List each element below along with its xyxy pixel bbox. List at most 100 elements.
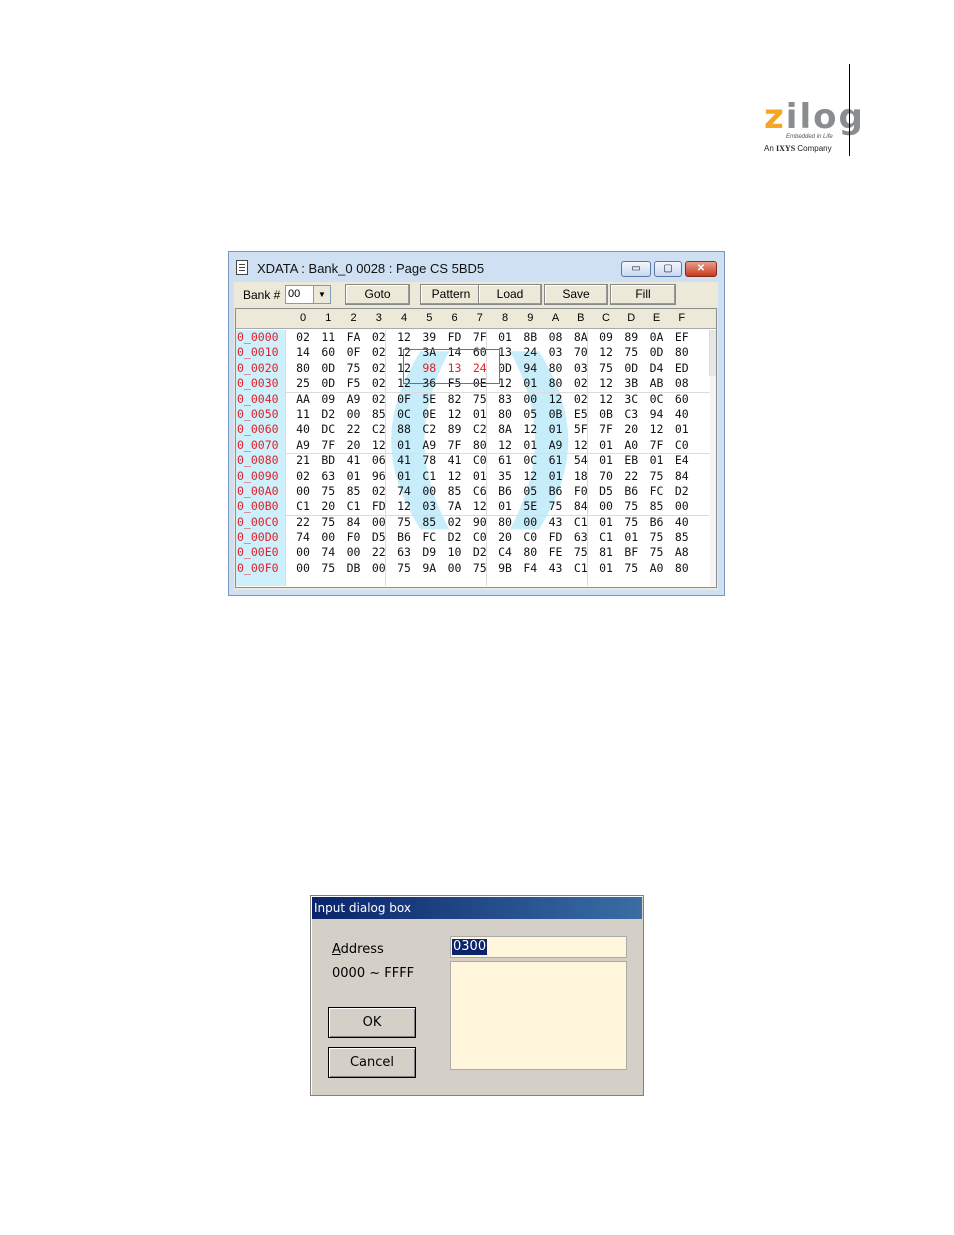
byte-cell[interactable]: 75 bbox=[619, 345, 643, 360]
byte-cell[interactable]: 0D bbox=[316, 361, 340, 376]
byte-cell[interactable]: 01 bbox=[619, 530, 643, 545]
byte-cell[interactable]: 12 bbox=[645, 422, 669, 437]
byte-cell[interactable]: 00 bbox=[417, 484, 441, 499]
byte-cell[interactable]: 00 bbox=[291, 545, 315, 560]
byte-cell[interactable]: 43 bbox=[544, 561, 568, 576]
window-titlebar[interactable]: XDATA : Bank_0 0028 : Page CS 5BD5 ▭ ▢ ✕ bbox=[229, 252, 724, 282]
byte-cell[interactable]: 02 bbox=[291, 330, 315, 345]
byte-cell[interactable]: 12 bbox=[518, 469, 542, 484]
byte-cell[interactable]: D9 bbox=[417, 545, 441, 560]
byte-cell[interactable]: 0D bbox=[316, 376, 340, 391]
byte-cell[interactable]: C4 bbox=[493, 545, 517, 560]
byte-cell[interactable]: 0D bbox=[645, 345, 669, 360]
byte-cell[interactable]: 75 bbox=[544, 499, 568, 514]
byte-cell[interactable]: F4 bbox=[518, 561, 542, 576]
byte-cell[interactable]: 89 bbox=[443, 422, 467, 437]
byte-cell[interactable]: B6 bbox=[392, 530, 416, 545]
byte-cell[interactable]: 60 bbox=[670, 392, 694, 407]
byte-cell[interactable]: 12 bbox=[468, 499, 492, 514]
byte-cell[interactable]: C6 bbox=[468, 484, 492, 499]
byte-cell[interactable]: 54 bbox=[569, 453, 593, 468]
byte-cell[interactable]: 01 bbox=[392, 438, 416, 453]
byte-cell[interactable]: 22 bbox=[342, 422, 366, 437]
byte-cell[interactable]: D2 bbox=[670, 484, 694, 499]
byte-cell[interactable]: 75 bbox=[569, 545, 593, 560]
byte-cell[interactable]: 01 bbox=[594, 438, 618, 453]
byte-cell[interactable]: C0 bbox=[468, 453, 492, 468]
byte-cell[interactable]: 00 bbox=[443, 561, 467, 576]
byte-cell[interactable]: 74 bbox=[392, 484, 416, 499]
byte-cell[interactable]: 01 bbox=[493, 499, 517, 514]
byte-cell[interactable]: 75 bbox=[619, 499, 643, 514]
byte-cell[interactable]: D2 bbox=[316, 407, 340, 422]
byte-cell[interactable]: 12 bbox=[569, 438, 593, 453]
byte-cell[interactable]: 94 bbox=[645, 407, 669, 422]
byte-cell[interactable]: 8A bbox=[569, 330, 593, 345]
byte-cell[interactable]: C2 bbox=[367, 422, 391, 437]
byte-cell[interactable]: 85 bbox=[417, 515, 441, 530]
byte-cell[interactable]: EB bbox=[619, 453, 643, 468]
byte-cell[interactable]: AA bbox=[291, 392, 315, 407]
byte-cell[interactable]: 8B bbox=[518, 330, 542, 345]
byte-cell[interactable]: B6 bbox=[544, 484, 568, 499]
byte-cell[interactable]: 00 bbox=[594, 499, 618, 514]
byte-cell[interactable]: C0 bbox=[468, 530, 492, 545]
byte-cell[interactable]: FD bbox=[367, 499, 391, 514]
byte-cell[interactable]: 41 bbox=[443, 453, 467, 468]
byte-cell[interactable]: 03 bbox=[544, 345, 568, 360]
byte-cell[interactable]: AB bbox=[645, 376, 669, 391]
byte-cell[interactable]: 85 bbox=[443, 484, 467, 499]
byte-cell[interactable]: 75 bbox=[316, 484, 340, 499]
byte-cell[interactable]: 84 bbox=[670, 469, 694, 484]
byte-cell[interactable]: 75 bbox=[468, 392, 492, 407]
byte-cell[interactable]: 75 bbox=[316, 561, 340, 576]
byte-cell[interactable]: 06 bbox=[367, 453, 391, 468]
byte-cell[interactable]: 00 bbox=[518, 392, 542, 407]
byte-cell[interactable]: 63 bbox=[316, 469, 340, 484]
byte-cell[interactable]: 24 bbox=[518, 345, 542, 360]
byte-cell[interactable]: 80 bbox=[468, 438, 492, 453]
byte-cell[interactable]: 08 bbox=[670, 376, 694, 391]
byte-cell[interactable]: 88 bbox=[392, 422, 416, 437]
byte-cell[interactable]: 85 bbox=[342, 484, 366, 499]
byte-cell[interactable]: 75 bbox=[392, 561, 416, 576]
memory-grid[interactable]: 0123456789ABCDEF ( ) 0_0000 02 11 FA 02 12 39 F… bbox=[235, 308, 717, 588]
cancel-button[interactable]: Cancel bbox=[328, 1047, 416, 1078]
byte-cell[interactable]: D5 bbox=[367, 530, 391, 545]
byte-cell[interactable]: 80 bbox=[291, 361, 315, 376]
byte-cell[interactable]: 7F bbox=[594, 422, 618, 437]
byte-cell[interactable]: FD bbox=[443, 330, 467, 345]
byte-cell[interactable]: 75 bbox=[645, 545, 669, 560]
byte-cell[interactable]: C0 bbox=[670, 438, 694, 453]
byte-cell[interactable]: 00 bbox=[342, 545, 366, 560]
byte-cell[interactable]: 43 bbox=[544, 515, 568, 530]
byte-cell[interactable]: 7F bbox=[645, 438, 669, 453]
byte-cell[interactable]: 00 bbox=[291, 484, 315, 499]
byte-cell[interactable]: 01 bbox=[518, 438, 542, 453]
byte-cell[interactable]: 7F bbox=[443, 438, 467, 453]
byte-cell[interactable]: 80 bbox=[670, 561, 694, 576]
byte-cell[interactable]: 0C bbox=[645, 392, 669, 407]
byte-cell[interactable]: BD bbox=[316, 453, 340, 468]
byte-cell[interactable]: EF bbox=[670, 330, 694, 345]
dialog-text-area[interactable] bbox=[450, 961, 627, 1070]
byte-cell[interactable]: D5 bbox=[594, 484, 618, 499]
byte-cell[interactable]: 12 bbox=[443, 407, 467, 422]
byte-cell[interactable]: 84 bbox=[569, 499, 593, 514]
byte-cell[interactable]: 80 bbox=[493, 515, 517, 530]
byte-cell[interactable]: 12 bbox=[443, 469, 467, 484]
byte-cell[interactable]: D4 bbox=[645, 361, 669, 376]
byte-cell[interactable]: A9 bbox=[291, 438, 315, 453]
byte-cell[interactable]: 94 bbox=[518, 361, 542, 376]
byte-cell[interactable]: 35 bbox=[493, 469, 517, 484]
byte-cell[interactable]: 20 bbox=[316, 499, 340, 514]
byte-cell[interactable]: 80 bbox=[518, 545, 542, 560]
byte-cell[interactable]: 20 bbox=[342, 438, 366, 453]
byte-cell[interactable]: 01 bbox=[518, 376, 542, 391]
byte-cell[interactable]: 12 bbox=[392, 330, 416, 345]
byte-cell[interactable]: 02 bbox=[367, 330, 391, 345]
byte-cell[interactable]: A9 bbox=[544, 438, 568, 453]
byte-cell[interactable]: 10 bbox=[443, 545, 467, 560]
byte-cell[interactable]: 80 bbox=[544, 361, 568, 376]
byte-cell[interactable]: 80 bbox=[670, 345, 694, 360]
